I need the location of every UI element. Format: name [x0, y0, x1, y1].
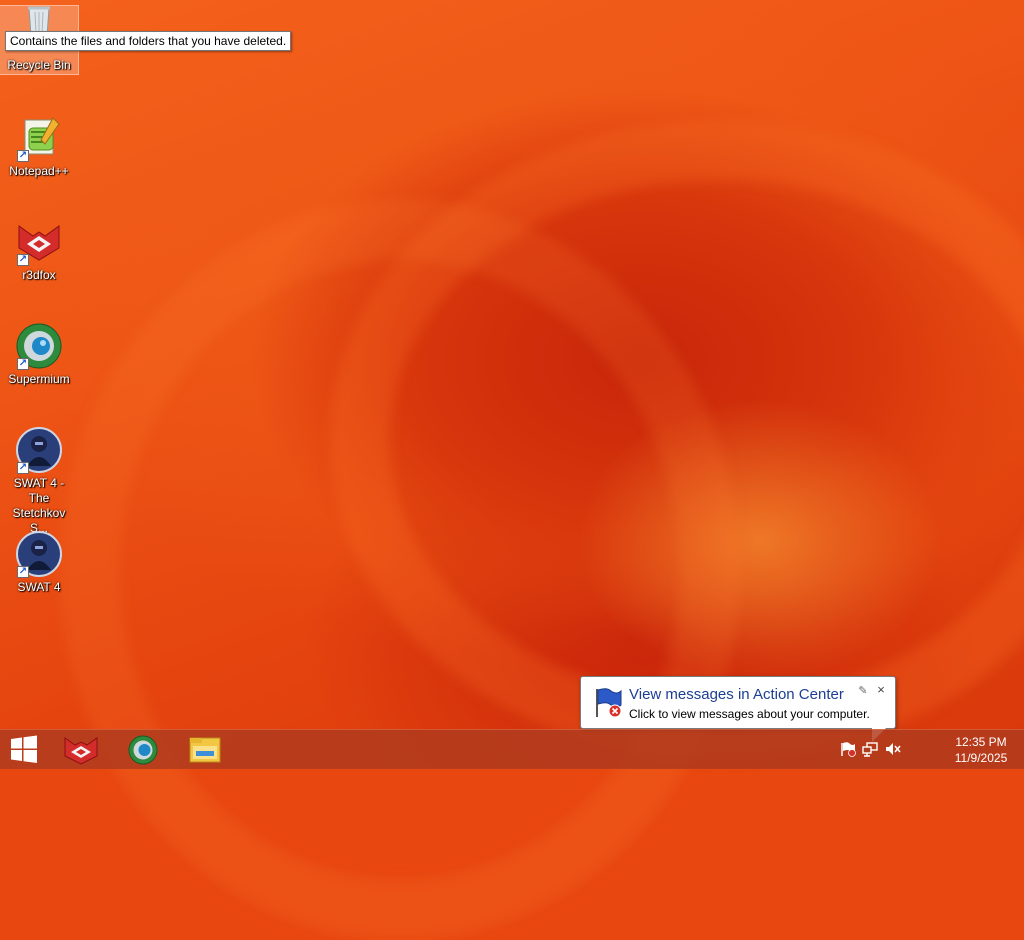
notification-title[interactable]: View messages in Action Center: [629, 686, 844, 704]
file-explorer-icon: [189, 737, 221, 763]
network-icon[interactable]: [861, 741, 879, 757]
clock-time: 12:35 PM: [955, 735, 1007, 749]
clock-date: 11/9/2025: [954, 751, 1008, 765]
notification-text: Click to view messages about your comput…: [629, 707, 870, 721]
r3dfox-icon: [64, 737, 98, 765]
shortcut-arrow-icon: ↗: [17, 462, 29, 474]
recycle-bin-tooltip: Contains the files and folders that you …: [5, 31, 292, 51]
desktop-icon-label: Notepad++: [9, 164, 69, 178]
desktop-icon-swat4[interactable]: ↗ SWAT 4: [0, 524, 78, 595]
desktop-icon-label: Supermium: [8, 372, 70, 386]
swat4-icon: ↗: [15, 530, 63, 578]
desktop-icon-label: r3dfox: [22, 268, 56, 282]
supermium-icon: [128, 735, 158, 765]
desktop-icon-swat4-stetchkov[interactable]: ↗ SWAT 4 - The Stetchkov S...: [0, 420, 78, 536]
start-button[interactable]: [0, 730, 48, 769]
shortcut-arrow-icon: ↗: [17, 358, 29, 370]
taskbar-clock[interactable]: 12:35 PM 11/9/2025: [946, 734, 1016, 766]
notification-close-button[interactable]: ×: [875, 683, 887, 696]
shortcut-arrow-icon: ↗: [17, 254, 29, 266]
notification-options-icon[interactable]: ✎: [857, 685, 869, 697]
taskbar-app-r3dfox[interactable]: [53, 730, 109, 769]
shortcut-arrow-icon: ↗: [17, 150, 29, 162]
system-tray: 12:35 PM 11/9/2025: [841, 730, 1024, 769]
desktop-icon-r3dfox[interactable]: ↗ r3dfox: [0, 212, 78, 283]
taskbar-app-supermium[interactable]: [115, 730, 171, 769]
action-center-flag-icon: [591, 685, 625, 719]
desktop-wallpaper: [0, 0, 1024, 940]
desktop-icon-label: Recycle Bin: [7, 58, 71, 72]
desktop-icon-label: SWAT 4: [17, 580, 61, 594]
supermium-icon: ↗: [15, 322, 63, 370]
desktop-icon-supermium[interactable]: ↗ Supermium: [0, 316, 78, 387]
swat4-stetchkov-icon: ↗: [15, 426, 63, 474]
desktop-icon-notepad-plus-plus[interactable]: ↗ Notepad++: [0, 108, 78, 179]
taskbar-app-file-explorer[interactable]: [177, 730, 233, 769]
windows-logo-icon: [11, 735, 37, 763]
shortcut-arrow-icon: ↗: [17, 566, 29, 578]
r3dfox-icon: ↗: [15, 218, 63, 266]
volume-muted-icon[interactable]: [884, 741, 902, 757]
action-center-notification[interactable]: View messages in Action Center Click to …: [580, 676, 896, 742]
notepad-plus-plus-icon: ↗: [15, 114, 63, 162]
taskbar: 12:35 PM 11/9/2025: [0, 729, 1024, 769]
action-center-tray-icon[interactable]: [839, 741, 857, 757]
